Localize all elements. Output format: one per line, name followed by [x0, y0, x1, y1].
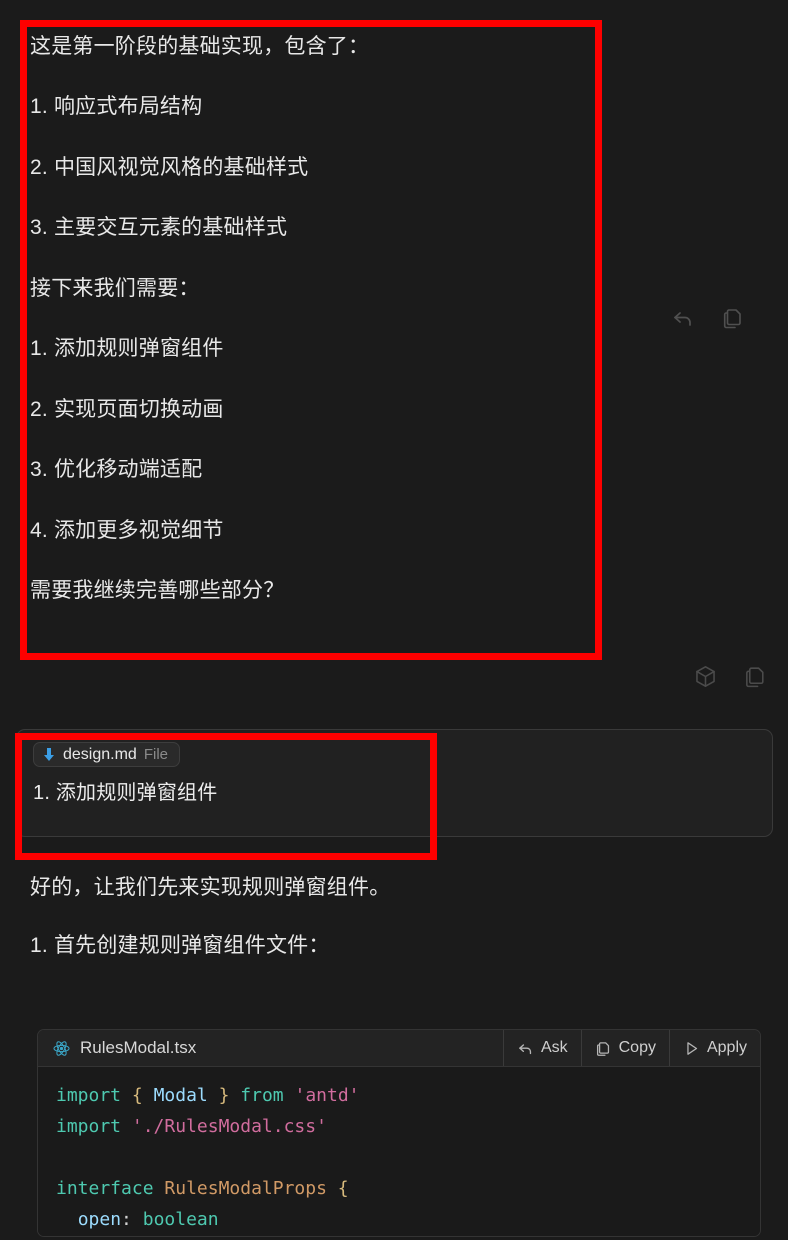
- code-line: import { Modal } from 'antd': [56, 1085, 360, 1106]
- markdown-file-icon: [42, 747, 56, 762]
- code-line: import './RulesModal.css': [56, 1115, 327, 1137]
- code-block: RulesModal.tsx Ask Copy Apply import {M…: [37, 1029, 761, 1237]
- copy-icon[interactable]: [740, 661, 770, 691]
- assistant-paragraph: 3. 优化移动端适配: [30, 458, 203, 482]
- code-block-body[interactable]: import { Modal } from 'antd' import './Ru…: [38, 1067, 760, 1236]
- assistant-paragraph: 2. 实现页面切换动画: [30, 397, 224, 421]
- user-message-text: 1. 添加规则弹窗组件: [33, 782, 218, 804]
- code-line: interface RulesModalProps {: [56, 1177, 349, 1199]
- apply-button-label: Apply: [706, 1039, 747, 1056]
- assistant-paragraph: 1. 添加规则弹窗组件: [30, 337, 224, 361]
- code-line: open: boolean: [77, 1208, 219, 1230]
- assistant-paragraph: 需要我继续完善哪些部分？: [30, 578, 285, 602]
- assistant-paragraph: 1. 响应式布局结构: [30, 95, 203, 119]
- copy-button[interactable]: Copy: [580, 1030, 669, 1066]
- react-logo-icon: [52, 1039, 71, 1058]
- ask-button-label: Ask: [540, 1039, 568, 1056]
- assistant-paragraph: 接下来我们需要：: [30, 276, 200, 300]
- assistant-paragraph: 好的，让我们先来实现规则弹窗组件。: [30, 876, 391, 899]
- assistant-message-2: 好的，让我们先来实现规则弹窗组件。 1. 首先创建规则弹窗组件文件：: [0, 873, 640, 990]
- copy-button-label: Copy: [618, 1039, 656, 1056]
- undo-icon[interactable]: [668, 303, 698, 333]
- ask-button[interactable]: Ask: [502, 1030, 581, 1066]
- assistant-paragraph: 2. 中国风视觉风格的基础样式: [30, 155, 309, 179]
- copy-icon[interactable]: [718, 303, 748, 333]
- assistant-message-1: 这是第一阶段的基础实现，包含了： 1. 响应式布局结构 2. 中国风视觉风格的基…: [0, 14, 640, 626]
- message-actions-top: [668, 303, 748, 333]
- apply-button[interactable]: Apply: [668, 1030, 760, 1066]
- user-message-card: design.md File 1. 添加规则弹窗组件: [16, 729, 773, 837]
- code-block-header: RulesModal.tsx Ask Copy Apply: [38, 1030, 760, 1067]
- attachment-chip-design-md[interactable]: design.md File: [33, 742, 180, 767]
- assistant-paragraph: 这是第一阶段的基础实现，包含了：: [30, 35, 370, 58]
- assistant-paragraph: 3. 主要交互元素的基础样式: [30, 216, 288, 240]
- assistant-paragraph: 1. 首先创建规则弹窗组件文件：: [30, 934, 330, 958]
- attachment-filename: design.md: [63, 745, 137, 763]
- cube-icon[interactable]: [690, 661, 720, 691]
- message-actions-bottom: [690, 661, 770, 691]
- code-file-label: RulesModal.tsx: [38, 1030, 503, 1066]
- copy-icon: [595, 1040, 612, 1057]
- attachment-kind: File: [143, 746, 168, 763]
- undo-arrow-icon: [517, 1040, 534, 1057]
- code-filename: RulesModal.tsx: [80, 1038, 197, 1057]
- assistant-paragraph: 4. 添加更多视觉细节: [30, 518, 224, 542]
- play-icon: [683, 1040, 700, 1057]
